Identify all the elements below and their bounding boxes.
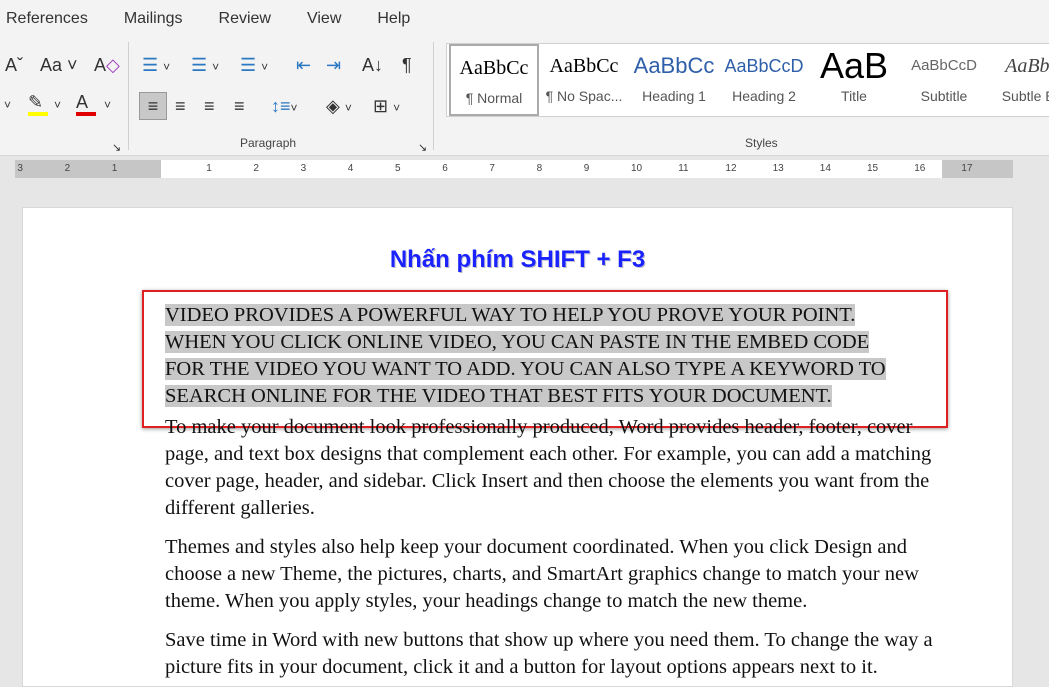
ruler-tick-label: 10 xyxy=(631,163,643,174)
ruler-margin-left xyxy=(15,160,161,178)
chevron-down-icon[interactable]: ˅ xyxy=(54,95,61,115)
tab-mailings[interactable]: Mailings xyxy=(124,10,183,28)
style-heading-1[interactable]: AaBbCc Heading 1 xyxy=(629,44,719,116)
sort-icon[interactable]: A↓ xyxy=(362,55,383,75)
ruler-tick-label: 8 xyxy=(536,163,543,174)
selected-paragraph[interactable]: VIDEO PROVIDES A POWERFUL WAY TO HELP YO… xyxy=(165,302,955,410)
style-normal[interactable]: AaBbCc ¶ Normal xyxy=(449,44,539,116)
ruler-tick-label: 16 xyxy=(914,163,926,174)
divider xyxy=(433,42,434,150)
divider xyxy=(128,42,129,150)
highlight-color-bar xyxy=(28,112,48,116)
horizontal-ruler[interactable]: 3 2 1 1 2 3 4 5 6 7 8 9 10 11 12 13 14 15 16 17 xyxy=(15,160,1013,178)
paragraph: To make your document look professionall… xyxy=(165,416,932,519)
styles-gallery: AaBbCc ¶ Normal AaBbCc ¶ No Spac... AaBbCc… xyxy=(446,43,1049,117)
ruler-tick-label: 6 xyxy=(442,163,448,174)
font-color-bar xyxy=(76,112,96,116)
show-formatting-icon[interactable]: ¶ xyxy=(402,55,412,75)
ruler-tick-label: 15 xyxy=(867,163,879,174)
align-center-icon[interactable]: ≡ xyxy=(175,96,186,116)
change-case-icon[interactable]: Aa ˅ xyxy=(40,55,78,75)
numbering-icon[interactable]: ☰ ˅ xyxy=(191,55,219,77)
increase-indent-icon[interactable]: ⇥ xyxy=(326,55,341,75)
tab-help[interactable]: Help xyxy=(377,10,410,28)
document-page[interactable]: Nhấn phím SHIFT + F3 VIDEO PROVIDES A PO… xyxy=(22,207,1013,687)
highlight-icon[interactable]: ✎ xyxy=(28,92,48,116)
paragraph: Save time in Word with new buttons that … xyxy=(165,629,933,678)
ruler-tick-label: 2 xyxy=(64,163,71,174)
style-title[interactable]: AaB Title xyxy=(809,44,899,116)
decrease-indent-icon[interactable]: ⇤ xyxy=(296,55,311,75)
annotation-heading: Nhấn phím SHIFT + F3 xyxy=(389,246,646,273)
chevron-down-icon[interactable]: ˅ xyxy=(104,95,111,115)
ruler-tick-label: 4 xyxy=(347,163,354,174)
tab-references[interactable]: References xyxy=(6,10,88,28)
justify-icon[interactable]: ≡ xyxy=(234,96,245,116)
style-heading-2[interactable]: AaBbCcD Heading 2 xyxy=(719,44,809,116)
ruler-tick-label: 1 xyxy=(111,163,118,174)
ruler-tick-label: 14 xyxy=(819,163,831,174)
paragraph-group-label: Paragraph xyxy=(240,136,297,150)
ruler-tick-label: 1 xyxy=(206,163,212,174)
font-dialog-launcher-icon[interactable]: ↘ xyxy=(112,138,121,158)
align-left-icon[interactable]: ≡ xyxy=(139,92,167,120)
ruler-tick-label: 13 xyxy=(772,163,784,174)
ruler-tick-label: 12 xyxy=(725,163,737,174)
shading-icon[interactable]: ◈ ˅ xyxy=(326,96,352,118)
menu-bar: References Mailings Review View Help xyxy=(0,0,1049,38)
tab-view[interactable]: View xyxy=(307,10,341,28)
document-body[interactable]: VIDEO PROVIDES A POWERFUL WAY TO HELP YO… xyxy=(165,302,955,681)
tab-review[interactable]: Review xyxy=(219,10,271,28)
ruler-tick-label: 9 xyxy=(583,163,590,174)
ruler-tick-label: 5 xyxy=(395,163,401,174)
line-spacing-icon[interactable]: ↕≡˅ xyxy=(271,96,298,118)
chevron-down-icon[interactable]: ˅ xyxy=(4,95,11,115)
ruler-tick-label: 17 xyxy=(961,163,973,174)
ribbon: Aˇ Aa ˅ A◇ ˅ ✎ ˅ A ˅ ↘ ☰ ˅ ☰ ˅ ☰ ˅ ⇤ ⇥ A… xyxy=(0,38,1049,156)
align-right-icon[interactable]: ≡ xyxy=(204,96,215,116)
shrink-font-icon[interactable]: Aˇ xyxy=(5,55,23,75)
ruler-tick-label: 3 xyxy=(17,163,23,174)
paragraph: Themes and styles also help keep your do… xyxy=(165,536,919,612)
clear-formatting-icon[interactable]: A◇ xyxy=(94,55,120,75)
multilevel-list-icon[interactable]: ☰ ˅ xyxy=(240,55,268,77)
borders-icon[interactable]: ⊞ ˅ xyxy=(373,96,400,118)
ruler-tick-label: 7 xyxy=(489,163,495,174)
paragraph-dialog-launcher-icon[interactable]: ↘ xyxy=(418,138,427,158)
style-no-spacing[interactable]: AaBbCc ¶ No Spac... xyxy=(539,44,629,116)
style-subtle-emphasis[interactable]: AaBbCSubtle Em xyxy=(989,44,1049,116)
ruler-tick-label: 2 xyxy=(253,163,259,174)
style-subtitle[interactable]: AaBbCcD Subtitle xyxy=(899,44,989,116)
ruler-tick-label: 11 xyxy=(678,163,689,174)
bullets-icon[interactable]: ☰ ˅ xyxy=(142,55,170,77)
ruler-tick-label: 3 xyxy=(300,163,307,174)
ruler-margin-right xyxy=(942,160,1013,178)
font-color-icon[interactable]: A xyxy=(76,92,96,116)
styles-group-label: Styles xyxy=(745,136,778,150)
